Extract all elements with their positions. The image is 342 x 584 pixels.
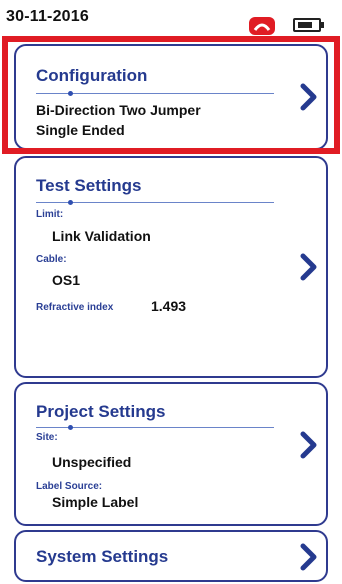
refractive-index-value: 1.493 — [151, 298, 187, 314]
project-settings-title: Project Settings — [36, 402, 166, 421]
battery-nub — [321, 22, 324, 28]
limit-value: Link Validation — [52, 228, 151, 244]
site-label: Site: — [36, 432, 58, 443]
selection-highlight — [2, 36, 340, 154]
battery-icon — [293, 18, 321, 32]
label-source-label: Label Source: — [36, 481, 103, 492]
status-bar: 30-11-2016 — [0, 0, 342, 35]
chevron-right-icon[interactable] — [298, 430, 320, 460]
red-phone-icon — [249, 17, 275, 35]
label-source-value: Simple Label — [52, 494, 139, 510]
date-display: 30-11-2016 — [6, 8, 89, 25]
limit-label: Limit: — [36, 209, 64, 220]
project-settings-title-divider — [36, 425, 274, 430]
test-settings-card[interactable]: Test Settings Limit: Link Validation Cab… — [14, 156, 328, 378]
test-settings-title-divider — [36, 200, 274, 205]
test-settings-title: Test Settings — [36, 176, 142, 195]
system-settings-title: System Settings — [36, 547, 169, 566]
project-settings-card[interactable]: Project Settings Site: Unspecified Label… — [14, 382, 328, 526]
system-settings-card[interactable]: System Settings — [14, 530, 328, 582]
chevron-right-icon[interactable] — [298, 542, 320, 572]
site-value: Unspecified — [52, 454, 132, 470]
chevron-right-icon[interactable] — [298, 252, 320, 282]
refractive-index-label: Refractive index — [36, 302, 114, 313]
cable-label: Cable: — [36, 254, 67, 265]
cable-value: OS1 — [52, 272, 81, 288]
